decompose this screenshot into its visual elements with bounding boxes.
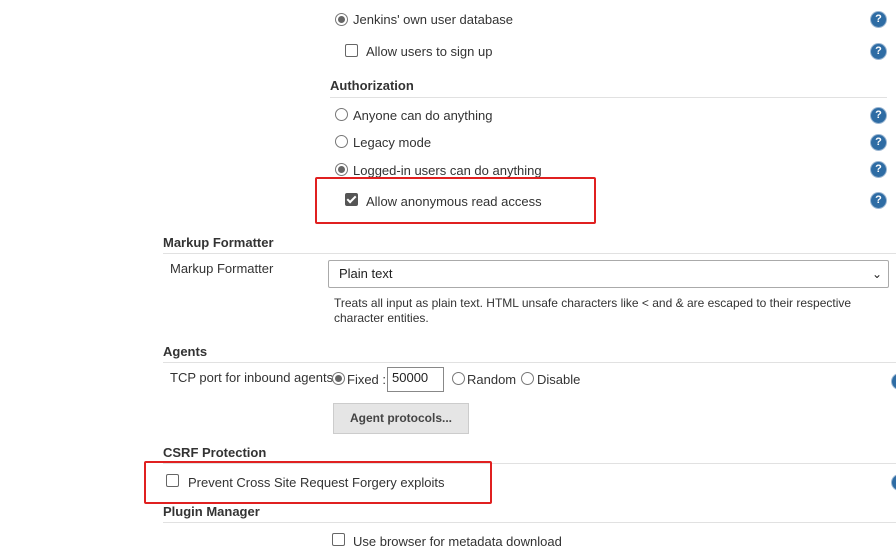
help-icon[interactable]: ?: [871, 162, 886, 177]
legacy-mode-label: Legacy mode: [353, 135, 432, 150]
anonymous-read-label: Allow anonymous read access: [366, 194, 542, 209]
divider: [163, 253, 896, 254]
allow-signup-label: Allow users to sign up: [366, 44, 493, 59]
anyone-radio[interactable]: [335, 108, 348, 121]
jenkins-db-radio[interactable]: [335, 13, 348, 26]
authorization-title: Authorization: [330, 78, 414, 93]
markup-formatter-title: Markup Formatter: [163, 235, 274, 250]
markup-formatter-value: Plain text: [339, 266, 393, 281]
jenkins-db-label: Jenkins' own user database: [353, 12, 514, 27]
markup-formatter-description: Treats all input as plain text. HTML uns…: [334, 296, 852, 325]
csrf-title: CSRF Protection: [163, 445, 267, 460]
legacy-mode-radio[interactable]: [335, 135, 348, 148]
random-port-label: Random: [467, 372, 517, 387]
fixed-port-label: Fixed :: [347, 372, 387, 387]
help-icon[interactable]: ?: [871, 108, 886, 123]
help-icon[interactable]: ?: [871, 12, 886, 27]
prevent-csrf-label: Prevent Cross Site Request Forgery explo…: [188, 475, 445, 490]
divider: [163, 362, 896, 363]
tcp-port-label: TCP port for inbound agents: [170, 370, 334, 385]
port-input[interactable]: 50000: [387, 367, 444, 392]
help-icon[interactable]: ?: [871, 44, 886, 59]
prevent-csrf-checkbox[interactable]: [166, 474, 179, 487]
browser-metadata-checkbox[interactable]: [332, 533, 345, 546]
help-icon[interactable]: ?: [871, 193, 886, 208]
chevron-down-icon: ⌄: [871, 267, 882, 281]
fixed-port-radio[interactable]: [332, 372, 345, 385]
random-port-radio[interactable]: [452, 372, 465, 385]
divider: [163, 522, 896, 523]
disable-port-label: Disable: [537, 372, 581, 387]
logged-in-label: Logged-in users can do anything: [353, 163, 542, 178]
anyone-label: Anyone can do anything: [353, 108, 493, 123]
agents-title: Agents: [163, 344, 208, 359]
allow-signup-checkbox[interactable]: [345, 44, 358, 57]
agent-protocols-button[interactable]: Agent protocols...: [333, 403, 469, 434]
plugin-manager-title: Plugin Manager: [163, 504, 260, 519]
help-icon[interactable]: ?: [871, 135, 886, 150]
logged-in-radio[interactable]: [335, 163, 348, 176]
help-icon[interactable]: ?: [892, 475, 896, 490]
anonymous-read-checkbox[interactable]: [345, 193, 358, 206]
disable-port-radio[interactable]: [521, 372, 534, 385]
help-icon[interactable]: ?: [892, 374, 896, 389]
markup-formatter-label: Markup Formatter: [170, 261, 274, 276]
divider: [330, 97, 887, 98]
markup-formatter-select[interactable]: Plain text ⌄: [328, 260, 889, 288]
